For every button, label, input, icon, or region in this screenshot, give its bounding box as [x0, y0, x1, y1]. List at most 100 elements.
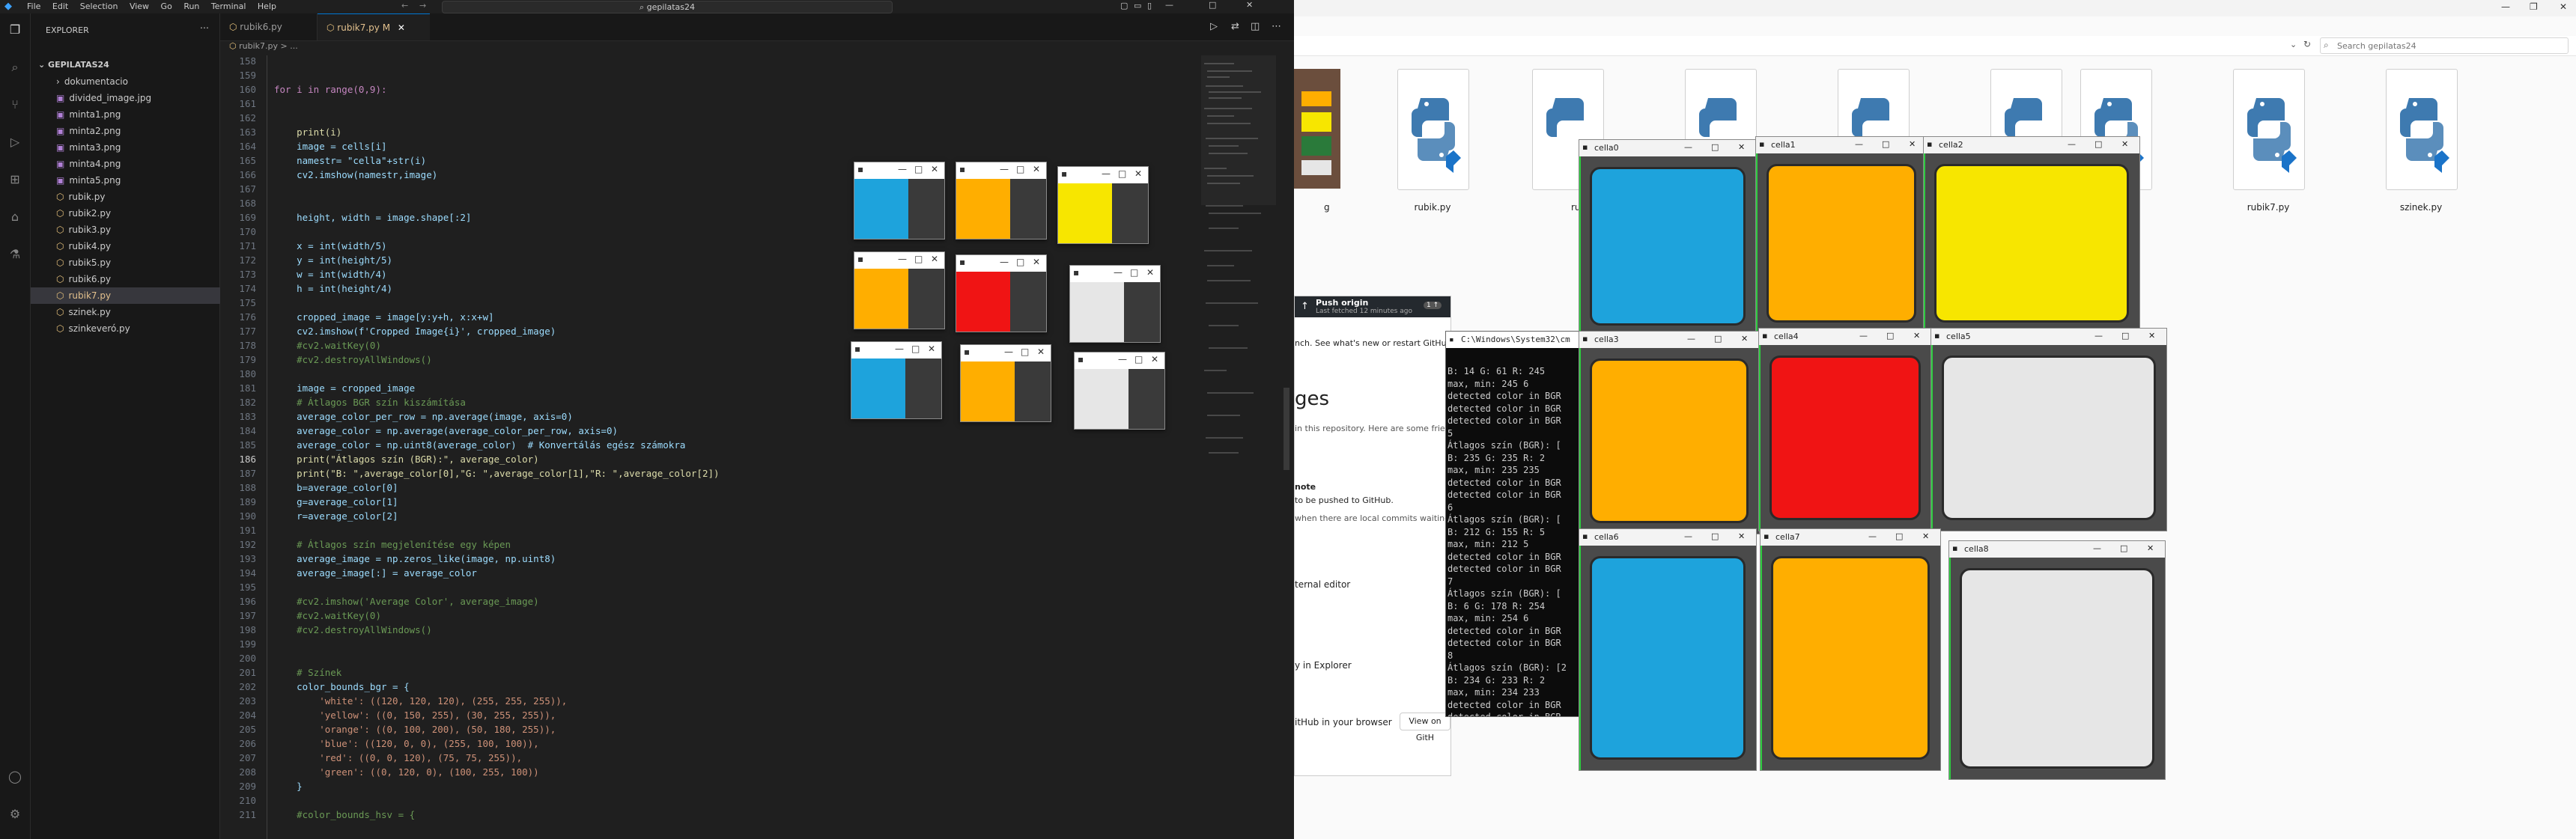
maximize-icon[interactable]: □: [1130, 267, 1138, 278]
cell-image-window[interactable]: ▪ cella8 — □ ✕: [1948, 540, 2166, 780]
file-list-item[interactable]: ⬡ rubik6.py: [31, 271, 245, 287]
minimize-icon[interactable]: —: [895, 344, 904, 354]
minimize-icon[interactable]: —: [898, 164, 907, 174]
maximize-icon[interactable]: □: [1711, 531, 1719, 541]
minimize-icon[interactable]: —: [1000, 257, 1009, 267]
menu-edit[interactable]: Edit: [52, 1, 68, 11]
cell-image-window[interactable]: ▪ cella5 — □ ✕: [1931, 328, 2167, 531]
file-list-item[interactable]: ⬡ rubik5.py: [31, 254, 245, 271]
run-debug-icon[interactable]: ▷: [7, 135, 22, 150]
minimap[interactable]: [1201, 55, 1276, 467]
window-titlebar[interactable]: ▪ — □ ✕: [956, 162, 1046, 179]
file-list-item[interactable]: ⬡ rubik.py: [31, 189, 245, 205]
window-titlebar[interactable]: ▪ cella6 — □ ✕: [1579, 529, 1756, 546]
file-list-item[interactable]: ⬡ szinkeveró.py: [31, 320, 245, 337]
workspace-folder[interactable]: ⌄ GEPILATAS24: [31, 57, 227, 73]
layout-toggle-icon[interactable]: ▢: [1120, 1, 1128, 10]
maximize-icon[interactable]: □: [1016, 257, 1024, 267]
minimize-icon[interactable]: —: [1684, 531, 1692, 541]
explorer-search-box[interactable]: ⌕: [2320, 37, 2569, 54]
panel-toggle-icon[interactable]: ▭: [1134, 1, 1141, 10]
search-view-icon[interactable]: ⌕: [7, 60, 22, 75]
file-list-item[interactable]: ▣ minta3.png: [31, 139, 245, 156]
explorer-search-input[interactable]: [2336, 39, 2563, 52]
account-icon[interactable]: ◯: [7, 769, 22, 784]
menu-terminal[interactable]: Terminal: [211, 1, 246, 11]
close-icon[interactable]: ✕: [1151, 354, 1158, 364]
close-icon[interactable]: ✕: [1913, 331, 1920, 341]
restore-icon[interactable]: ❐: [2530, 1, 2538, 12]
tab-rubik7[interactable]: ⬡ rubik7.py M ✕: [318, 13, 430, 40]
maximize-icon[interactable]: □: [1021, 347, 1029, 357]
minimize-icon[interactable]: —: [1684, 142, 1692, 152]
close-icon[interactable]: ✕: [1037, 347, 1045, 357]
cropped-image-window[interactable]: ▪ — □ ✕: [851, 341, 942, 419]
close-icon[interactable]: ✕: [931, 164, 938, 174]
python-file-item[interactable]: rubik7.py: [2220, 69, 2317, 219]
maximize-icon[interactable]: □: [1118, 168, 1126, 179]
close-icon[interactable]: ✕: [1033, 257, 1040, 267]
maximize-icon[interactable]: □: [1886, 331, 1894, 341]
cropped-image-window[interactable]: ▪ — □ ✕: [1057, 166, 1149, 244]
cropped-image-window[interactable]: ▪ — □ ✕: [854, 162, 945, 240]
view-in-browser[interactable]: itHub in your browser: [1295, 717, 1392, 727]
cell-image-window[interactable]: ▪ cella6 — □ ✕: [1579, 528, 1757, 771]
close-icon[interactable]: ✕: [1738, 142, 1745, 152]
maximize-icon[interactable]: □: [1882, 139, 1889, 149]
close-icon[interactable]: ✕: [1246, 0, 1253, 10]
python-file-item[interactable]: rubik.py: [1384, 69, 1481, 219]
view-on-github-button[interactable]: View on GitH: [1400, 713, 1450, 742]
cell-image-window[interactable]: ▪ cella4 — □ ✕: [1758, 328, 1932, 531]
explorer-icon[interactable]: ❐: [7, 22, 22, 37]
command-center-search[interactable]: ⌕ gepilatas24: [442, 1, 893, 13]
file-list-item[interactable]: ▣ minta4.png: [31, 156, 245, 172]
push-origin-bar[interactable]: ↑ Push origin Last fetched 12 minutes ag…: [1295, 296, 1450, 317]
minimize-icon[interactable]: —: [2068, 139, 2076, 149]
window-titlebar[interactable]: ▪ cella8 — □ ✕: [1949, 541, 2165, 558]
menu-selection[interactable]: Selection: [80, 1, 118, 11]
tab-close-icon[interactable]: ✕: [398, 22, 405, 33]
remote-icon[interactable]: ⌂: [7, 210, 22, 225]
cropped-image-window[interactable]: ▪ — □ ✕: [1069, 265, 1161, 343]
close-icon[interactable]: ✕: [1909, 139, 1916, 149]
close-icon[interactable]: ✕: [2121, 139, 2128, 149]
window-titlebar[interactable]: ▪ cella2 — □ ✕: [1924, 137, 2139, 153]
tab-rubik6[interactable]: ⬡ rubik6.py: [220, 13, 318, 40]
file-list-item[interactable]: ▣ minta2.png: [31, 123, 245, 139]
close-icon[interactable]: ✕: [1134, 168, 1142, 179]
file-list-item[interactable]: ▣ minta5.png: [31, 172, 245, 189]
python-file-item[interactable]: szinek.py: [2372, 69, 2470, 219]
open-external-editor[interactable]: ternal editor: [1295, 579, 1350, 590]
close-icon[interactable]: ✕: [2148, 331, 2155, 341]
window-titlebar[interactable]: ▪ cella5 — □ ✕: [1931, 329, 2166, 345]
menu-view[interactable]: View: [130, 1, 149, 11]
code-editor[interactable]: 158 159 160 for i in range(0,9): 161 162 163 p…: [220, 55, 1194, 839]
maximize-icon[interactable]: □: [2094, 139, 2102, 149]
nav-forward-icon[interactable]: →: [419, 1, 426, 10]
window-titlebar[interactable]: ▪ cella7 — □ ✕: [1761, 529, 1940, 546]
close-icon[interactable]: ✕: [2147, 543, 2154, 553]
window-titlebar[interactable]: ▪ cella0 — □ ✕: [1579, 140, 1756, 156]
menu-file[interactable]: File: [27, 1, 40, 11]
window-titlebar[interactable]: ▪ cella1 — □ ✕: [1756, 137, 1927, 153]
sidebar-toggle-icon[interactable]: ▯: [1147, 1, 1152, 10]
close-icon[interactable]: ✕: [1741, 334, 1748, 344]
maximize-icon[interactable]: □: [914, 254, 923, 264]
maximize-icon[interactable]: □: [1895, 531, 1903, 541]
minimize-icon[interactable]: —: [898, 254, 907, 264]
menu-help[interactable]: Help: [258, 1, 276, 11]
maximize-icon[interactable]: □: [914, 164, 923, 174]
maximize-icon[interactable]: □: [1134, 354, 1143, 364]
minimize-icon[interactable]: —: [1687, 334, 1695, 344]
window-titlebar[interactable]: ▪ — □ ✕: [854, 162, 944, 179]
minimize-icon[interactable]: —: [1855, 139, 1863, 149]
manage-gear-icon[interactable]: ⚙: [7, 807, 22, 822]
split-editor-icon[interactable]: ◫: [1251, 21, 1260, 32]
minimize-icon[interactable]: —: [2094, 331, 2103, 341]
file-list-item[interactable]: ▣ divided_image.jpg: [31, 90, 245, 106]
maximize-icon[interactable]: □: [1714, 334, 1722, 344]
close-icon[interactable]: ✕: [1033, 164, 1040, 174]
source-control-icon[interactable]: ⑂: [7, 97, 22, 112]
file-list-item[interactable]: ⬡ rubik2.py: [31, 205, 245, 222]
file-list-item[interactable]: ⬡ szinek.py: [31, 304, 245, 320]
